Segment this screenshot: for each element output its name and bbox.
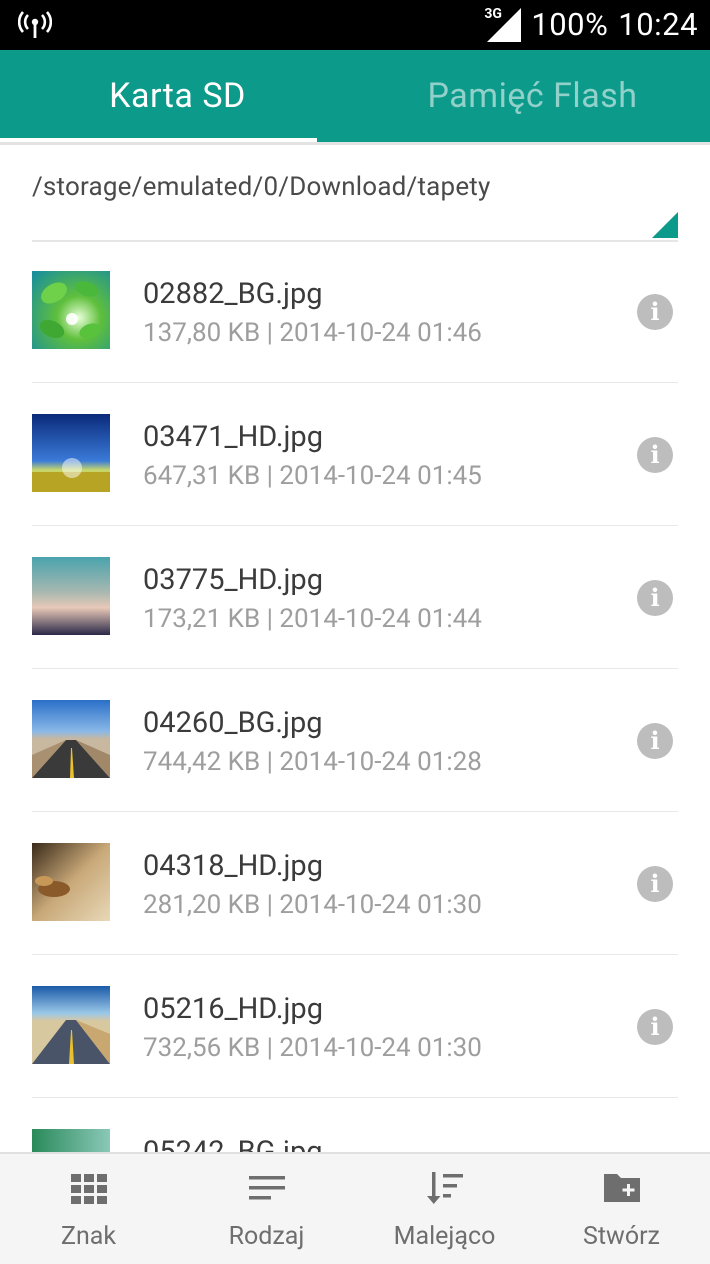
sort-order-label: Malejąco [393,1222,496,1251]
file-name: 03775_HD.jpg [143,563,324,597]
file-meta: 137,80 KB | 2014-10-24 01:46 [143,318,482,348]
broadcast-icon [17,11,53,43]
file-meta: 173,21 KB | 2014-10-24 01:44 [143,604,482,634]
tab-sd-card[interactable]: Karta SD [0,50,355,142]
battery-percent: 100% [531,6,609,43]
file-row[interactable]: 03775_HD.jpg 173,21 KB | 2014-10-24 01:4… [0,526,710,669]
file-row[interactable]: 04260_BG.jpg 744,42 KB | 2014-10-24 01:2… [0,669,710,812]
info-icon[interactable]: i [637,866,673,902]
sort-order-button[interactable]: Malejąco [356,1154,533,1264]
bottom-action-bar: Znak Rodzaj Malejąco Stwórz [0,1152,710,1264]
file-list: 02882_BG.jpg 137,80 KB | 2014-10-24 01:4… [0,240,710,1241]
sort-descending-icon [425,1168,465,1208]
thumbnail-image [32,986,110,1064]
clock: 10:24 [618,6,698,43]
info-icon[interactable]: i [637,294,673,330]
tab-bar-shadow [0,142,710,145]
file-meta: 281,20 KB | 2014-10-24 01:30 [143,890,482,920]
network-type-label: 3G [483,5,503,22]
sort-type-label: Rodzaj [228,1222,305,1251]
file-row[interactable]: 05216_HD.jpg 732,56 KB | 2014-10-24 01:3… [0,955,710,1098]
tab-bar: Karta SD Pamięć Flash [0,50,710,142]
tab-flash-memory[interactable]: Pamięć Flash [355,50,710,142]
file-name: 04260_BG.jpg [143,706,323,740]
path-dropdown[interactable]: /storage/emulated/0/Download/tapety [32,172,678,242]
thumbnail-image [32,843,110,921]
tab-label: Karta SD [109,76,246,116]
thumbnail-image [32,557,110,635]
file-name: 05216_HD.jpg [143,992,324,1026]
file-name: 04318_HD.jpg [143,849,324,883]
signal-3g-icon: 3G [483,5,522,42]
current-path: /storage/emulated/0/Download/tapety [32,172,491,202]
file-name: 03471_HD.jpg [143,420,324,454]
sort-type-button[interactable]: Rodzaj [178,1154,355,1264]
dropdown-corner-icon [652,212,678,238]
info-icon[interactable]: i [637,723,673,759]
sort-lines-icon [247,1168,287,1208]
thumbnail-image [32,271,110,349]
info-icon[interactable]: i [637,580,673,616]
info-icon[interactable]: i [637,437,673,473]
info-icon[interactable]: i [637,1009,673,1045]
create-folder-label: Stwórz [583,1222,660,1251]
thumbnail-image [32,414,110,492]
file-row[interactable]: 04318_HD.jpg 281,20 KB | 2014-10-24 01:3… [0,812,710,955]
tab-label: Pamięć Flash [427,76,638,116]
new-folder-icon [602,1168,642,1208]
thumbnail-image [32,700,110,778]
file-meta: 732,56 KB | 2014-10-24 01:30 [143,1033,482,1063]
file-row[interactable]: 02882_BG.jpg 137,80 KB | 2014-10-24 01:4… [0,240,710,383]
view-mode-button[interactable]: Znak [0,1154,177,1264]
file-row[interactable]: 03471_HD.jpg 647,31 KB | 2014-10-24 01:4… [0,383,710,526]
file-meta: 744,42 KB | 2014-10-24 01:28 [143,747,482,777]
status-bar: 3G 100% 10:24 [0,0,710,50]
create-folder-button[interactable]: Stwórz [533,1154,710,1264]
view-mode-label: Znak [60,1222,117,1251]
file-name: 02882_BG.jpg [143,277,323,311]
grid-icon [69,1168,109,1208]
file-meta: 647,31 KB | 2014-10-24 01:45 [143,461,482,491]
